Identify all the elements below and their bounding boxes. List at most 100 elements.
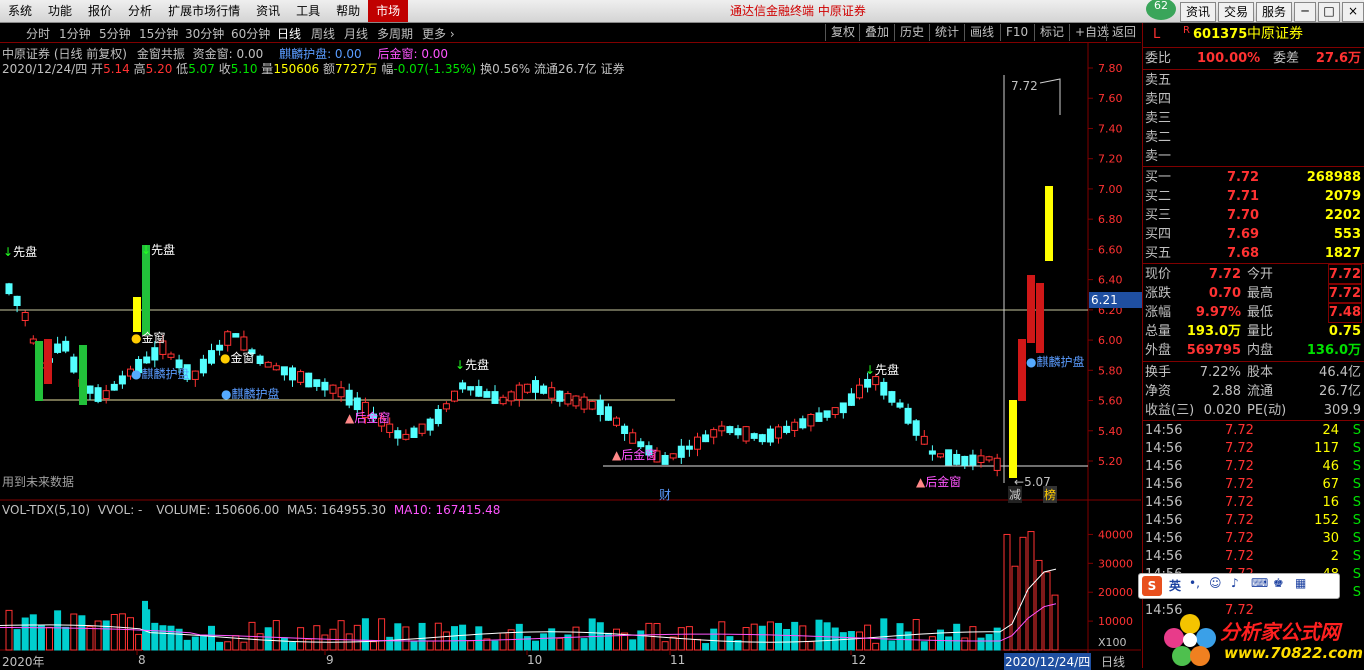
- ask-level-row: 卖三: [1145, 111, 1172, 126]
- tool-fuquan[interactable]: 复权: [825, 24, 860, 41]
- candle-body: [621, 425, 629, 435]
- candle-body: [807, 414, 815, 427]
- candle-body: [62, 340, 70, 352]
- volume-bar: [685, 626, 693, 651]
- tool-history[interactable]: 历史: [894, 24, 929, 41]
- quote-header: L R 601375 中原证券: [1145, 25, 1363, 45]
- period-weekly[interactable]: 周线: [311, 25, 335, 42]
- volume-bar: [1035, 559, 1043, 651]
- tool-mark[interactable]: 标记: [1034, 24, 1069, 41]
- maximize-button[interactable]: □: [1318, 2, 1340, 22]
- menu-market[interactable]: 市场: [368, 0, 409, 22]
- qilin-value: 麒麟护盘: 0.00: [279, 47, 362, 61]
- price-axis-label: 6.40: [1098, 274, 1123, 287]
- notification-badge[interactable]: 62: [1146, 0, 1176, 20]
- candle-body: [588, 400, 596, 410]
- info-button[interactable]: 资讯: [1179, 2, 1216, 22]
- kline-chart-area[interactable]: 7.80 7.60 7.40 7.20 7.00 6.80 6.60 6.40 6.20 6.00…: [0, 43, 1143, 670]
- info-open-label: 开: [91, 62, 104, 76]
- menu-analysis[interactable]: 分析: [120, 0, 160, 22]
- info-close: 5.10: [230, 62, 258, 76]
- info-date: 2020/12/24/四: [2, 62, 88, 76]
- tick-row: 14:56 7.72 46 S: [1145, 459, 1361, 474]
- period-60min[interactable]: 60分钟: [231, 25, 270, 42]
- volume-bar: [985, 634, 993, 651]
- menu-quote[interactable]: 报价: [80, 0, 120, 22]
- ma10-value: MA10: 167415.48: [393, 503, 501, 517]
- tool-stats[interactable]: 统计: [929, 24, 964, 41]
- volume-bar: [1027, 531, 1035, 651]
- volume-bar: [928, 636, 936, 651]
- volume-bar: [499, 632, 507, 651]
- trade-button[interactable]: 交易: [1217, 2, 1254, 22]
- candle-body: [580, 396, 588, 410]
- candle-body: [758, 434, 766, 443]
- info-chg-label: 幅: [381, 62, 394, 76]
- candle-body: [70, 356, 78, 373]
- minimize-button[interactable]: ─: [1294, 2, 1316, 22]
- period-monthly[interactable]: 月线: [344, 25, 368, 42]
- close-button[interactable]: ×: [1342, 2, 1364, 22]
- info-vol: 150606: [273, 62, 320, 76]
- market-flag: L: [1153, 27, 1161, 42]
- price-axis-label: 7.00: [1098, 183, 1123, 196]
- marker-qilin: ●麒麟护盘: [221, 387, 280, 401]
- tick-row: 14:56 7.72 30 S: [1145, 531, 1361, 546]
- period-5min[interactable]: 5分钟: [99, 25, 131, 42]
- menu-help[interactable]: 帮助: [328, 0, 368, 22]
- clothes-icon[interactable]: ♚: [1273, 576, 1284, 590]
- period-more[interactable]: 更多 ›: [422, 25, 455, 42]
- period-15min[interactable]: 15分钟: [139, 25, 178, 42]
- indicator-bar: [1036, 283, 1044, 353]
- price-axis-label: 7.40: [1098, 122, 1123, 135]
- menu-extended-market[interactable]: 扩展市场行情: [160, 0, 248, 22]
- volume-bar: [110, 613, 118, 651]
- service-button[interactable]: 服务: [1255, 2, 1292, 22]
- volume-bar: [702, 643, 710, 651]
- candle-body: [143, 356, 151, 364]
- tick-row: 14:56 7.72 2 S: [1145, 549, 1361, 564]
- date-mode-label[interactable]: 日线: [1101, 653, 1125, 670]
- period-30min[interactable]: 30分钟: [185, 25, 224, 42]
- volume-bar: [1003, 533, 1011, 651]
- grid-menu-icon[interactable]: ▦: [1295, 576, 1306, 590]
- site-watermark: 分析家公式网 www.70822.com: [1160, 610, 1364, 668]
- period-fenshi[interactable]: 分时: [26, 25, 50, 42]
- price-axis-label: 5.20: [1098, 455, 1123, 468]
- menu-system[interactable]: 系统: [0, 0, 40, 22]
- candle-body: [499, 396, 507, 405]
- period-1min[interactable]: 1分钟: [59, 25, 91, 42]
- emoji-icon[interactable]: ☺: [1209, 576, 1222, 590]
- menu-function[interactable]: 功能: [40, 0, 80, 22]
- volume-bar: [370, 641, 377, 651]
- candle-body: [961, 455, 969, 466]
- microphone-icon[interactable]: ♪: [1231, 576, 1239, 590]
- volume-bar: [208, 625, 215, 651]
- rzrq-flag: R: [1183, 25, 1190, 36]
- indicator-bar: [79, 345, 87, 405]
- keyboard-icon[interactable]: ⌨: [1251, 576, 1268, 590]
- ime-toolbar[interactable]: S 英 •, ☺ ♪ ⌨ ♚ ▦: [1138, 573, 1340, 599]
- period-daily[interactable]: 日线: [277, 25, 301, 42]
- tool-draw[interactable]: 画线: [964, 24, 999, 41]
- candle-body: [280, 366, 288, 376]
- tool-overlay[interactable]: 叠加: [859, 24, 894, 41]
- sogou-logo-icon: S: [1142, 576, 1162, 596]
- candle-body: [775, 426, 782, 439]
- tool-back[interactable]: 返回: [1106, 24, 1141, 41]
- tool-f10[interactable]: F10: [1000, 24, 1033, 41]
- menu-tools[interactable]: 工具: [288, 0, 328, 22]
- menu-info[interactable]: 资讯: [248, 0, 288, 22]
- ime-lang[interactable]: 英: [1169, 577, 1181, 594]
- punctuation-icon[interactable]: •,: [1189, 576, 1200, 590]
- period-multi[interactable]: 多周期: [377, 25, 413, 42]
- candle-body: [483, 391, 491, 398]
- flower-logo-icon: [1164, 614, 1216, 666]
- volume-bar: [394, 623, 402, 651]
- info-high: 5.20: [145, 62, 173, 76]
- kline-svg[interactable]: 7.807.607.407.207.006.806.606.406.206.00…: [0, 43, 1141, 668]
- volume-indicator-name[interactable]: VOL-TDX(5,10): [2, 503, 90, 517]
- volume-bar: [1011, 565, 1019, 651]
- candle-body: [969, 454, 977, 466]
- bid-level-row: 买四 7.69 553: [1145, 227, 1361, 242]
